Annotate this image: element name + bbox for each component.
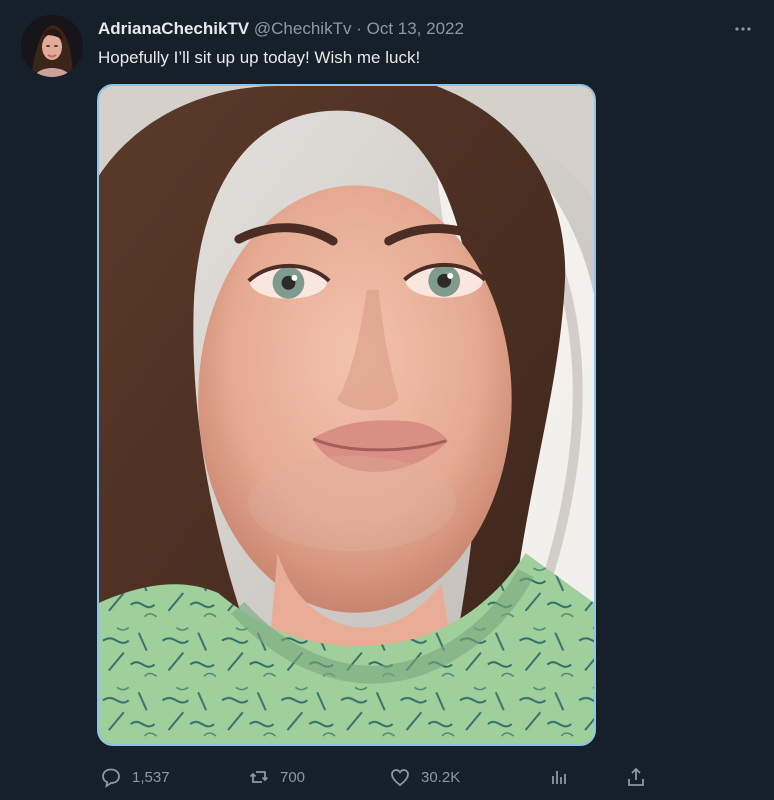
tweet-date[interactable]: Oct 13, 2022: [367, 19, 464, 38]
retweet-icon: [249, 771, 269, 783]
tweet: AdrianaChechikTV @ChechikTv · Oct 13, 20…: [0, 0, 774, 800]
like-button[interactable]: 30.2K: [389, 764, 460, 790]
reply-count: 1,537: [132, 768, 170, 786]
tweet-actions: 1,537 700 30.2K: [100, 764, 660, 790]
retweet-button[interactable]: 700: [248, 764, 305, 790]
author-handle[interactable]: @ChechikTv: [254, 19, 352, 38]
tweet-photo[interactable]: [97, 84, 596, 746]
tweet-text: Hopefully I’ll sit up up today! Wish me …: [98, 48, 421, 67]
more-icon[interactable]: [732, 18, 754, 40]
reply-button[interactable]: 1,537: [100, 764, 170, 790]
author-avatar[interactable]: [21, 15, 83, 77]
like-count: 30.2K: [421, 768, 461, 786]
author-display-name[interactable]: AdrianaChechikTV: [98, 19, 249, 38]
retweet-count: 700: [280, 768, 306, 786]
reply-icon: [102, 768, 120, 788]
share-icon: [628, 767, 644, 786]
avatar-image: [21, 15, 83, 77]
analytics-button[interactable]: [548, 764, 570, 790]
analytics-icon: [552, 771, 566, 784]
share-button[interactable]: [625, 764, 647, 790]
heart-icon: [391, 769, 409, 787]
tweet-header: AdrianaChechikTV @ChechikTv · Oct 13, 20…: [98, 18, 464, 40]
header-separator: ·: [356, 19, 362, 38]
selfie-photo: [99, 86, 594, 744]
